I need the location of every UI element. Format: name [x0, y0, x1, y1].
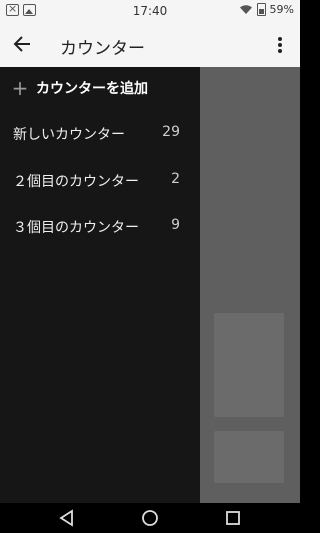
add-counter-label: カウンターを追加 — [36, 81, 148, 97]
drawer-item-counter-3[interactable]: ３個目のカウンター 9 — [0, 211, 200, 241]
navigation-drawer: + カウンターを追加 新しいカウンター 29 ２個目のカウンター 2 ３個目のカ… — [0, 67, 200, 503]
counter-value: 29 — [162, 124, 180, 140]
back-triangle-icon — [59, 509, 73, 527]
back-button[interactable] — [10, 33, 34, 55]
overflow-menu-button[interactable] — [268, 34, 292, 56]
status-bar: 17:40 59% — [0, 0, 300, 22]
nav-back-button[interactable] — [57, 508, 77, 528]
recents-square-icon — [226, 511, 240, 525]
battery-icon — [256, 3, 266, 16]
counter-value: 2 — [171, 171, 180, 187]
battery-percent: 59% — [269, 3, 294, 16]
counter-name: ３個目のカウンター — [13, 220, 139, 236]
add-counter-button[interactable]: + カウンターを追加 — [10, 77, 148, 99]
nav-home-button[interactable] — [140, 508, 160, 528]
overflow-menu-icon — [278, 37, 282, 53]
system-nav-bar — [0, 503, 300, 533]
counter-card — [214, 431, 284, 483]
plus-icon: + — [11, 76, 29, 100]
nav-recents-button[interactable] — [223, 508, 243, 528]
wifi-icon — [239, 5, 252, 14]
app-toolbar: カウンター — [0, 22, 300, 67]
arrow-back-icon — [13, 36, 30, 52]
counter-card — [214, 313, 284, 417]
status-system: 59% — [239, 3, 294, 16]
home-circle-icon — [142, 510, 158, 526]
counter-name: ２個目のカウンター — [13, 174, 139, 190]
drawer-item-counter-1[interactable]: 新しいカウンター 29 — [0, 118, 200, 148]
page-title: カウンター — [60, 39, 145, 59]
drawer-item-counter-2[interactable]: ２個目のカウンター 2 — [0, 165, 200, 195]
counter-name: 新しいカウンター — [13, 127, 125, 143]
counter-value: 9 — [171, 217, 180, 233]
